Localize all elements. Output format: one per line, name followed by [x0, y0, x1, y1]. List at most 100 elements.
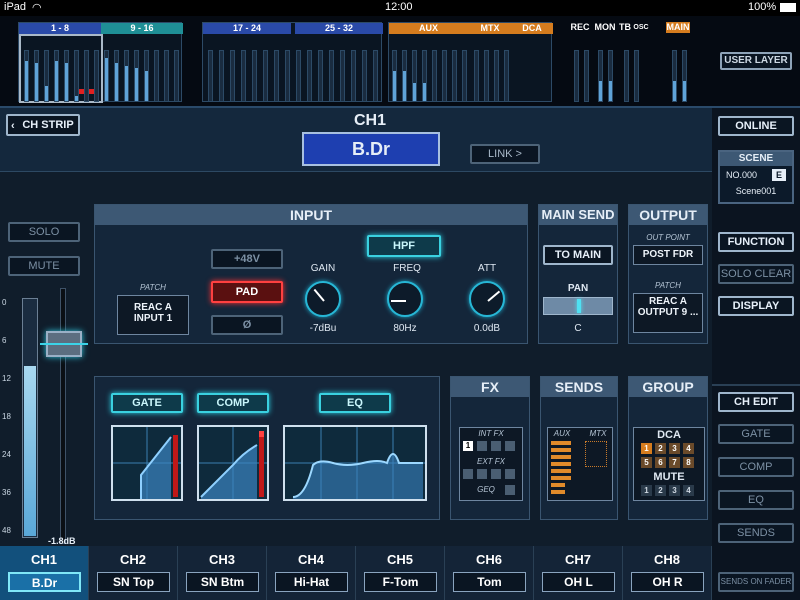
overview-meter-level [145, 71, 148, 101]
channel-name-label: SN Btm [186, 572, 259, 592]
gate-graph[interactable] [111, 425, 183, 501]
mute-group-assign-2[interactable]: 2 [655, 485, 666, 496]
fader-knob[interactable] [40, 331, 88, 357]
pan-slider[interactable] [543, 297, 613, 315]
sidebar-divider [712, 384, 800, 386]
ext-fx-slot[interactable] [463, 469, 473, 479]
right-sidebar: ONLINE SCENE NO.000 E Scene001 FUNCTION … [712, 108, 800, 600]
overview-meter [24, 50, 29, 102]
group-label-17-24: 17 - 24 [203, 23, 291, 34]
fader-scale: 0 6 12 18 24 36 48 [0, 298, 20, 538]
gate-button[interactable]: GATE [111, 393, 183, 413]
solo-clear-button[interactable]: SOLO CLEAR [718, 264, 794, 284]
mute-group-assign-3[interactable]: 3 [669, 485, 680, 496]
ext-fx-slot[interactable] [505, 469, 515, 479]
sends-on-fader-button[interactable]: SENDS ON FADER [718, 572, 794, 592]
int-fx-slot[interactable]: 1 [463, 441, 473, 451]
hpf-button[interactable]: HPF [367, 235, 441, 257]
int-fx-slot[interactable] [477, 441, 487, 451]
overview-meter [164, 50, 169, 102]
dca-assign-6[interactable]: 6 [655, 457, 666, 468]
dca-assign-3[interactable]: 3 [669, 443, 680, 454]
channel-name-label: OH L [542, 572, 615, 592]
dca-assign-7[interactable]: 7 [669, 457, 680, 468]
scene-panel[interactable]: SCENE NO.000 E Scene001 [718, 150, 794, 204]
ext-fx-label: EXT FX [476, 457, 505, 466]
solo-button[interactable]: SOLO [8, 222, 80, 242]
overview-meter [252, 50, 257, 102]
overview-meter-level [35, 63, 38, 101]
comp-view-button[interactable]: COMP [718, 457, 794, 477]
eq-button[interactable]: EQ [319, 393, 391, 413]
input-patch-field[interactable]: REAC A INPUT 1 [117, 295, 189, 335]
eq-graph[interactable] [283, 425, 427, 501]
ch-strip-back-button[interactable]: ‹ CH STRIP [6, 114, 80, 136]
channel-name-label: OH R [631, 572, 704, 592]
fader-scale-tick: 48 [2, 526, 11, 535]
ext-fx-slot[interactable] [477, 469, 487, 479]
dca-assign-4[interactable]: 4 [683, 443, 694, 454]
channel-select-8[interactable]: CH8 OH R [623, 546, 712, 600]
function-button[interactable]: FUNCTION [718, 232, 794, 252]
sends-title: SENDS [541, 377, 617, 397]
overview-meter [422, 50, 427, 102]
channel-select-2[interactable]: CH2 SN Top [89, 546, 178, 600]
dca-assign-2[interactable]: 2 [655, 443, 666, 454]
int-fx-slot[interactable] [491, 441, 501, 451]
channel-select-7[interactable]: CH7 OH L [534, 546, 623, 600]
channel-select-3[interactable]: CH3 SN Btm [178, 546, 267, 600]
meter-overview[interactable]: 1 - 8 9 - 16 17 - 24 25 - 32 AUX MTX DCA… [0, 16, 800, 108]
phantom-power-button[interactable]: +48V [211, 249, 283, 269]
fader-scale-tick: 36 [2, 488, 11, 497]
display-button[interactable]: DISPLAY [718, 296, 794, 316]
phase-button[interactable]: Ø [211, 315, 283, 335]
to-main-button[interactable]: TO MAIN [543, 245, 613, 265]
overview-meter [402, 50, 407, 102]
fader-track[interactable] [60, 288, 66, 544]
pad-button[interactable]: PAD [211, 281, 283, 303]
geq-slot[interactable] [505, 485, 515, 495]
dca-assign-8[interactable]: 8 [683, 457, 694, 468]
att-knob[interactable] [469, 281, 505, 317]
ext-fx-slot[interactable] [491, 469, 501, 479]
channel-select-1[interactable]: CH1 B.Dr [0, 546, 89, 600]
mute-button[interactable]: MUTE [8, 256, 80, 276]
scene-edit-badge: E [772, 169, 786, 181]
channel-select-5[interactable]: CH5 F-Tom [356, 546, 445, 600]
overview-meter [412, 50, 417, 102]
pan-label: PAN [567, 283, 589, 294]
user-layer-button[interactable]: USER LAYER [720, 52, 792, 70]
mute-group-assign-4[interactable]: 4 [683, 485, 694, 496]
comp-graph[interactable] [197, 425, 269, 501]
overview-meter [144, 50, 149, 102]
ch-edit-button[interactable]: CH EDIT [718, 392, 794, 412]
overview-meter [219, 50, 224, 102]
online-button[interactable]: ONLINE [718, 116, 794, 136]
channel-name-field[interactable]: B.Dr [302, 132, 440, 166]
overview-meter-level [75, 96, 78, 101]
int-fx-slot[interactable] [505, 441, 515, 451]
output-patch-field[interactable]: REAC A OUTPUT 9 ... [633, 293, 703, 333]
mute-group-assign-1[interactable]: 1 [641, 485, 652, 496]
channel-select-4[interactable]: CH4 Hi-Hat [267, 546, 356, 600]
eq-view-button[interactable]: EQ [718, 490, 794, 510]
channel-name-label: Tom [453, 572, 526, 592]
dca-assign-1[interactable]: 1 [641, 443, 652, 454]
aux-send-bar [551, 441, 571, 445]
channel-select-6[interactable]: CH6 Tom [445, 546, 534, 600]
overview-meter-level [413, 83, 416, 101]
fader-scale-tick: 6 [2, 336, 7, 345]
aux-send-bar [551, 490, 565, 494]
comp-button[interactable]: COMP [197, 393, 269, 413]
link-button[interactable]: LINK > [470, 144, 540, 164]
overview-meter [462, 50, 467, 102]
overview-meter-level [403, 71, 406, 101]
out-point-field[interactable]: POST FDR [633, 245, 703, 265]
device-label: iPad [4, 1, 27, 13]
freq-knob[interactable] [387, 281, 423, 317]
gate-view-button[interactable]: GATE [718, 424, 794, 444]
gain-knob[interactable] [305, 281, 341, 317]
pan-value: C [574, 323, 582, 334]
sends-view-button[interactable]: SENDS [718, 523, 794, 543]
dca-assign-5[interactable]: 5 [641, 457, 652, 468]
